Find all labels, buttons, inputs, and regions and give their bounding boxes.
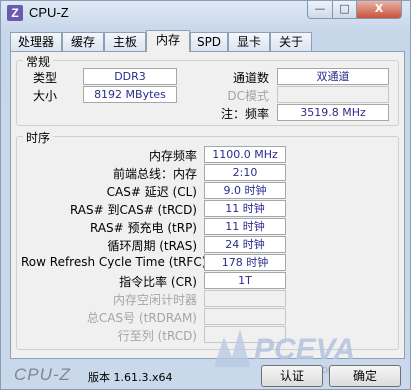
tab-processor[interactable]: 处理器	[10, 32, 62, 51]
size-label: 大小	[33, 89, 58, 103]
tab-cache[interactable]: 缓存	[62, 32, 104, 51]
window-title: CPU-Z	[29, 5, 69, 20]
cpuz-app-icon: Z	[7, 5, 23, 21]
memory-panel: 常规 类型 DDR3 大小 8192 MBytes 通道数 双通道 DC模式 注…	[10, 51, 405, 359]
timing-label-total-cas: 总CAS号 (tRDRAM)	[86, 311, 197, 325]
timing-value-row-to-column	[204, 326, 286, 343]
timing-label-dram-frequency: 内存频率	[148, 149, 197, 163]
channels-label: 通道数	[232, 71, 269, 85]
dc-mode-label: DC模式	[227, 89, 269, 103]
tab-graphics[interactable]: 显卡	[228, 32, 270, 51]
tab-about[interactable]: 关于	[270, 32, 312, 51]
nb-frequency-label: 注：频率	[220, 107, 269, 121]
timings-group: 时序 内存频率 1100.0 MHz 前端总线：内存 2:10 CAS# 延迟 …	[16, 129, 399, 350]
tab-bar: 处理器 缓存 主板 内存 SPD 显卡 关于	[10, 30, 402, 52]
size-value: 8192 MBytes	[83, 86, 177, 103]
timing-value-fsb-dram: 2:10	[204, 164, 286, 181]
timing-label-cas-latency: CAS# 延迟 (CL)	[106, 185, 197, 199]
timing-value-trfc: 178 时钟	[204, 254, 286, 271]
timing-label-command-rate: 指令比率 (CR)	[119, 275, 197, 289]
timing-value-trcd: 11 时钟	[204, 200, 286, 217]
timings-group-label: 时序	[23, 129, 54, 146]
general-group-label: 常规	[23, 53, 54, 70]
close-button[interactable]: X	[356, 1, 402, 19]
tab-spd[interactable]: SPD	[190, 32, 228, 51]
tab-memory[interactable]: 内存	[146, 30, 190, 52]
timing-value-command-rate: 1T	[204, 272, 286, 289]
general-group: 常规 类型 DDR3 大小 8192 MBytes 通道数 双通道 DC模式 注…	[16, 53, 399, 126]
timing-value-cas-latency: 9.0 时钟	[204, 182, 286, 199]
timing-label-dram-idle-timer: 内存空闲计时器	[112, 293, 197, 307]
validate-button[interactable]: 认证	[261, 365, 323, 387]
nb-frequency-value: 3519.8 MHz	[277, 104, 389, 121]
timing-value-dram-idle-timer	[204, 290, 286, 307]
timing-label-tras: 循环周期 (tRAS)	[107, 239, 197, 253]
footer-bar: CPU-Z 版本 1.61.3.x64 认证 确定	[1, 361, 410, 389]
timing-label-trp: RAS# 预充电 (tRP)	[89, 221, 197, 235]
ok-button[interactable]: 确定	[329, 365, 401, 387]
timing-value-total-cas	[204, 308, 286, 325]
cpuz-window: Z CPU-Z — □ X 处理器 缓存 主板 内存 SPD 显卡 关于 常规 …	[0, 0, 411, 390]
maximize-button[interactable]: □	[332, 1, 357, 19]
timing-label-fsb-dram: 前端总线：内存	[112, 167, 197, 181]
timing-label-trcd: RAS# 到CAS# (tRCD)	[69, 203, 197, 217]
timing-label-trfc: Row Refresh Cycle Time (tRFC)	[21, 255, 207, 269]
channels-value: 双通道	[277, 68, 389, 85]
timing-label-row-to-column: 行至列 (tRCD)	[117, 329, 197, 343]
timing-value-trp: 11 时钟	[204, 218, 286, 235]
type-value: DDR3	[83, 68, 177, 85]
cpuz-brand: CPU-Z	[14, 365, 71, 384]
version-label: 版本 1.61.3.x64	[88, 371, 173, 384]
timing-value-dram-frequency: 1100.0 MHz	[204, 146, 286, 163]
minimize-button[interactable]: —	[307, 1, 333, 19]
dc-mode-value	[277, 86, 389, 103]
type-label: 类型	[33, 71, 58, 85]
title-bar[interactable]: Z CPU-Z — □ X	[1, 1, 410, 25]
tab-mainboard[interactable]: 主板	[104, 32, 146, 51]
timing-value-tras: 24 时钟	[204, 236, 286, 253]
